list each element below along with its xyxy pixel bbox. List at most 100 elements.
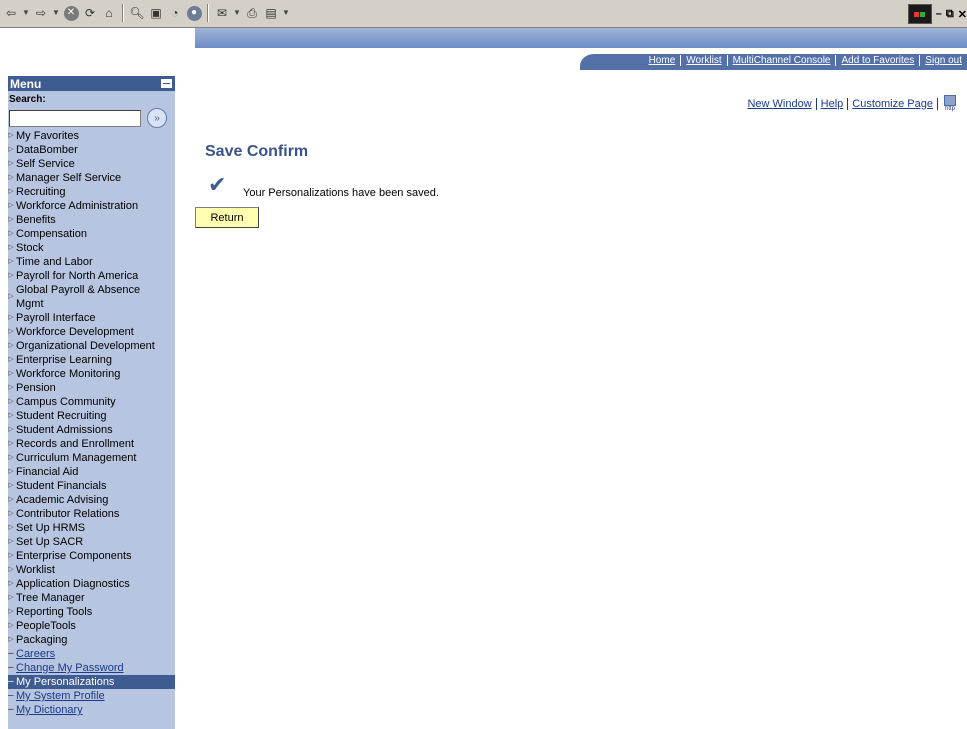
menu-item-label: My Favorites: [16, 130, 79, 142]
menu-item-organizational-development[interactable]: ▷ Organizational Development: [8, 339, 175, 353]
menu-item-benefits[interactable]: ▷ Benefits: [8, 213, 175, 227]
toolbar-buttons: ⇦ ▼ ⇨ ▼ ✕ ⟳ ⌂ 🔍︎ ▣ ◔ ● ✉ ▼ ⎙ ▤ ▼: [3, 4, 290, 22]
home-icon[interactable]: ⌂: [101, 4, 117, 22]
restore-icon[interactable]: ⧉: [946, 8, 954, 21]
collapse-menu-icon[interactable]: [161, 79, 172, 88]
http-link-icon[interactable]: http: [944, 95, 956, 112]
menu-item-payroll-for-north-america[interactable]: ▷ Payroll for North America: [8, 269, 175, 283]
menu-item-packaging[interactable]: ▷ Packaging: [8, 633, 175, 647]
close-icon[interactable]: ✕: [958, 8, 967, 21]
checkmark-icon: ✔: [208, 172, 227, 197]
menu-item-recruiting[interactable]: ▷ Recruiting: [8, 185, 175, 199]
menu-item-campus-community[interactable]: ▷ Campus Community: [8, 395, 175, 409]
new-window-link[interactable]: New Window: [747, 98, 811, 110]
link-separator: [815, 97, 817, 110]
nav-link-multichannel-console[interactable]: MultiChannel Console: [728, 55, 836, 66]
menu-item-self-service[interactable]: ▷ Self Service: [8, 157, 175, 171]
menu-item-time-and-labor[interactable]: ▷ Time and Labor: [8, 255, 175, 269]
expand-triangle-icon: ▷: [8, 468, 14, 475]
menu-item-label: Stock: [16, 242, 44, 254]
expand-triangle-icon: ▷: [8, 482, 14, 489]
menu-title: Menu: [10, 76, 42, 91]
mail-icon[interactable]: ✉: [214, 4, 230, 22]
nav-link-sign-out[interactable]: Sign out: [920, 55, 967, 66]
back-dropdown-icon[interactable]: ▼: [22, 4, 30, 22]
menu-item-records-and-enrollment[interactable]: ▷ Records and Enrollment: [8, 437, 175, 451]
menu-item-peopletools[interactable]: ▷ PeopleTools: [8, 619, 175, 633]
nav-link-worklist[interactable]: Worklist: [681, 55, 726, 66]
menu-item-workforce-development[interactable]: ▷ Workforce Development: [8, 325, 175, 339]
menu-item-manager-self-service[interactable]: ▷ Manager Self Service: [8, 171, 175, 185]
menu-item-my-system-profile[interactable]: – My System Profile: [8, 689, 175, 703]
search-go-icon[interactable]: »: [147, 108, 167, 128]
expand-triangle-icon: ▷: [8, 272, 14, 279]
menu-item-student-recruiting[interactable]: ▷ Student Recruiting: [8, 409, 175, 423]
minimize-icon[interactable]: –: [936, 8, 942, 20]
menu-item-student-admissions[interactable]: ▷ Student Admissions: [8, 423, 175, 437]
menu-item-reporting-tools[interactable]: ▷ Reporting Tools: [8, 605, 175, 619]
customize-page-link[interactable]: Customize Page: [852, 98, 933, 110]
menu-item-my-dictionary[interactable]: – My Dictionary: [8, 703, 175, 717]
menu-item-set-up-hrms[interactable]: ▷ Set Up HRMS: [8, 521, 175, 535]
expand-triangle-icon: ▷: [8, 510, 14, 517]
menu-item-label: DataBomber: [16, 144, 78, 156]
dash-bullet-icon: –: [8, 690, 14, 701]
nav-link-home[interactable]: Home: [644, 55, 681, 66]
menu-item-workforce-administration[interactable]: ▷ Workforce Administration: [8, 199, 175, 213]
menu-item-financial-aid[interactable]: ▷ Financial Aid: [8, 465, 175, 479]
menu-item-curriculum-management[interactable]: ▷ Curriculum Management: [8, 451, 175, 465]
menu-item-academic-advising[interactable]: ▷ Academic Advising: [8, 493, 175, 507]
menu-item-tree-manager[interactable]: ▷ Tree Manager: [8, 591, 175, 605]
menu-item-label: Student Admissions: [16, 424, 113, 436]
help-link[interactable]: Help: [821, 98, 844, 110]
nav-link-add-to-favorites[interactable]: Add to Favorites: [836, 55, 919, 66]
forward-dropdown-icon[interactable]: ▼: [52, 4, 60, 22]
print-icon[interactable]: ⎙: [244, 4, 260, 22]
menu-item-set-up-sacr[interactable]: ▷ Set Up SACR: [8, 535, 175, 549]
link-separator: [937, 97, 938, 110]
menu-item-stock[interactable]: ▷ Stock: [8, 241, 175, 255]
menu-item-student-financials[interactable]: ▷ Student Financials: [8, 479, 175, 493]
edit-icon[interactable]: ▤: [263, 4, 279, 22]
menu-item-careers[interactable]: – Careers: [8, 647, 175, 661]
menu-item-worklist[interactable]: ▷ Worklist: [8, 563, 175, 577]
menu-item-change-my-password[interactable]: – Change My Password: [8, 661, 175, 675]
expand-triangle-icon: ▷: [8, 622, 14, 629]
menu-item-pension[interactable]: ▷ Pension: [8, 381, 175, 395]
menu-item-label: Organizational Development: [16, 340, 155, 352]
menu-item-label: Benefits: [16, 214, 56, 226]
menu-list: ▷ My Favorites ▷ DataBomber ▷ Self Service ▷ Ma…: [8, 129, 175, 717]
menu-item-databomber[interactable]: ▷ DataBomber: [8, 143, 175, 157]
expand-triangle-icon: ▷: [8, 636, 14, 643]
menu-item-label: Curriculum Management: [16, 452, 137, 464]
menu-item-label: Workforce Administration: [16, 200, 139, 212]
menu-item-my-personalizations[interactable]: – My Personalizations: [8, 675, 175, 689]
windows-logo-icon: [907, 4, 932, 24]
mail-dropdown-icon[interactable]: ▼: [233, 4, 241, 22]
menu-item-enterprise-learning[interactable]: ▷ Enterprise Learning: [8, 353, 175, 367]
history-icon[interactable]: ◔: [167, 4, 183, 22]
menu-item-label: Financial Aid: [16, 466, 79, 478]
expand-triangle-icon: ▷: [8, 202, 14, 209]
http-icon-text: http: [944, 106, 955, 112]
menu-item-contributor-relations[interactable]: ▷ Contributor Relations: [8, 507, 175, 521]
page-links: New Window Help Customize Page http: [747, 95, 956, 112]
menu-search-input[interactable]: [9, 109, 141, 127]
return-button[interactable]: Return: [195, 207, 259, 228]
back-arrow-icon[interactable]: ⇦: [3, 4, 19, 22]
menu-item-compensation[interactable]: ▷ Compensation: [8, 227, 175, 241]
menu-item-global-payroll-absence-mgmt[interactable]: ▷ Global Payroll & Absence Mgmt: [8, 283, 175, 311]
menu-item-my-favorites[interactable]: ▷ My Favorites: [8, 129, 175, 143]
stop-icon[interactable]: ✕: [63, 4, 79, 22]
forward-arrow-icon[interactable]: ⇨: [33, 4, 49, 22]
edit-dropdown-icon[interactable]: ▼: [282, 4, 290, 22]
menu-item-payroll-interface[interactable]: ▷ Payroll Interface: [8, 311, 175, 325]
favorites-icon[interactable]: ▣: [148, 4, 164, 22]
expand-triangle-icon: ▷: [8, 356, 14, 363]
refresh-icon[interactable]: ⟳: [82, 4, 98, 22]
menu-item-application-diagnostics[interactable]: ▷ Application Diagnostics: [8, 577, 175, 591]
search-icon[interactable]: 🔍︎: [129, 4, 145, 22]
menu-item-workforce-monitoring[interactable]: ▷ Workforce Monitoring: [8, 367, 175, 381]
menu-item-enterprise-components[interactable]: ▷ Enterprise Components: [8, 549, 175, 563]
media-icon[interactable]: ●: [186, 4, 202, 22]
